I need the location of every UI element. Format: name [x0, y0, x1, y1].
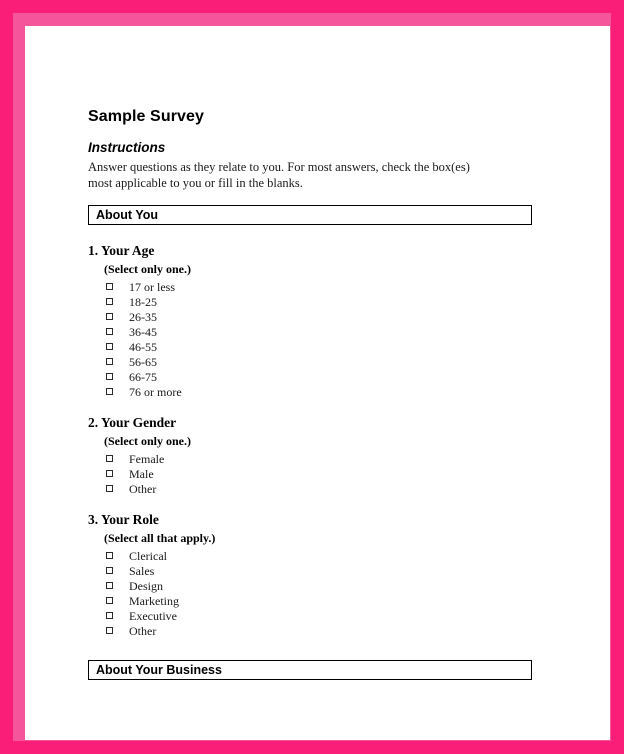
option-row[interactable]: 56-65	[106, 354, 558, 369]
section-header-label: About Your Business	[96, 663, 222, 677]
checkbox-icon[interactable]	[106, 388, 113, 396]
question-title: 1. Your Age	[88, 243, 155, 259]
option-row[interactable]: Clerical	[106, 548, 558, 563]
option-row[interactable]: Other	[106, 481, 558, 496]
option-row[interactable]: 46-55	[106, 339, 558, 354]
option-label: 46-55	[129, 339, 157, 354]
checkbox-icon[interactable]	[106, 455, 113, 463]
checkbox-icon[interactable]	[106, 343, 113, 351]
option-label: 66-75	[129, 369, 157, 384]
checkbox-icon[interactable]	[106, 328, 113, 336]
option-row[interactable]: Sales	[106, 563, 558, 578]
checkbox-icon[interactable]	[106, 597, 113, 605]
option-label: 76 or more	[129, 384, 182, 399]
option-label: Marketing	[129, 593, 179, 608]
checkbox-icon[interactable]	[106, 552, 113, 560]
checkbox-icon[interactable]	[106, 313, 113, 321]
question-your-gender: 2. Your Gender (Select only one.) Female…	[88, 415, 558, 496]
question-your-age: 1. Your Age (Select only one.) 17 or les…	[88, 243, 558, 399]
checkbox-icon[interactable]	[106, 627, 113, 635]
option-label: 36-45	[129, 324, 157, 339]
option-row[interactable]: Other	[106, 623, 558, 638]
option-row[interactable]: Marketing	[106, 593, 558, 608]
option-label: Clerical	[129, 548, 167, 563]
checkbox-icon[interactable]	[106, 470, 113, 478]
option-label: Executive	[129, 608, 177, 623]
question-title: 2. Your Gender	[88, 415, 177, 431]
option-label: 26-35	[129, 309, 157, 324]
option-label: Other	[129, 623, 157, 638]
option-label: 56-65	[129, 354, 157, 369]
checkbox-icon[interactable]	[106, 485, 113, 493]
checkbox-icon[interactable]	[106, 298, 113, 306]
option-row[interactable]: 36-45	[106, 324, 558, 339]
instructions-heading: Instructions	[88, 140, 166, 155]
option-list-gender: Female Male Other	[88, 451, 558, 496]
section-about-you: About You 1. Your Age (Select only one.)…	[88, 205, 558, 638]
survey-content: Sample Survey Instructions Answer questi…	[88, 108, 558, 681]
option-list-age: 17 or less 18-25 26-35 36-45 46-55 56-65…	[88, 279, 558, 399]
pink-page-frame: Sample Survey Instructions Answer questi…	[0, 0, 624, 754]
option-row[interactable]: 18-25	[106, 294, 558, 309]
option-row[interactable]: 26-35	[106, 309, 558, 324]
option-row[interactable]: Design	[106, 578, 558, 593]
option-row[interactable]: Female	[106, 451, 558, 466]
checkbox-icon[interactable]	[106, 373, 113, 381]
question-hint: (Select only one.)	[104, 434, 191, 449]
section-header-label: About You	[96, 208, 159, 222]
checkbox-icon[interactable]	[106, 358, 113, 366]
page-title: Sample Survey	[88, 108, 205, 125]
checkbox-icon[interactable]	[106, 567, 113, 575]
question-hint: (Select only one.)	[104, 262, 191, 277]
option-row[interactable]: Executive	[106, 608, 558, 623]
option-label: Female	[129, 451, 165, 466]
option-label: 17 or less	[129, 279, 175, 294]
question-hint: (Select all that apply.)	[104, 531, 216, 546]
section-header-bar: About You	[88, 205, 532, 226]
option-row[interactable]: Male	[106, 466, 558, 481]
option-list-role: Clerical Sales Design Marketing Executiv…	[88, 548, 558, 638]
question-your-role: 3. Your Role (Select all that apply.) Cl…	[88, 512, 558, 638]
option-label: 18-25	[129, 294, 157, 309]
checkbox-icon[interactable]	[106, 612, 113, 620]
question-title: 3. Your Role	[88, 512, 159, 528]
section-header-bar: About Your Business	[88, 660, 532, 681]
survey-page-sheet: Sample Survey Instructions Answer questi…	[25, 26, 610, 740]
checkbox-icon[interactable]	[106, 582, 113, 590]
section-about-your-business: About Your Business	[88, 660, 558, 681]
option-row[interactable]: 76 or more	[106, 384, 558, 399]
option-label: Male	[129, 466, 154, 481]
option-row[interactable]: 17 or less	[106, 279, 558, 294]
instructions-text: Answer questions as they relate to you. …	[88, 160, 470, 190]
option-label: Sales	[129, 563, 155, 578]
option-label: Design	[129, 578, 163, 593]
option-label: Other	[129, 481, 157, 496]
checkbox-icon[interactable]	[106, 283, 113, 291]
option-row[interactable]: 66-75	[106, 369, 558, 384]
